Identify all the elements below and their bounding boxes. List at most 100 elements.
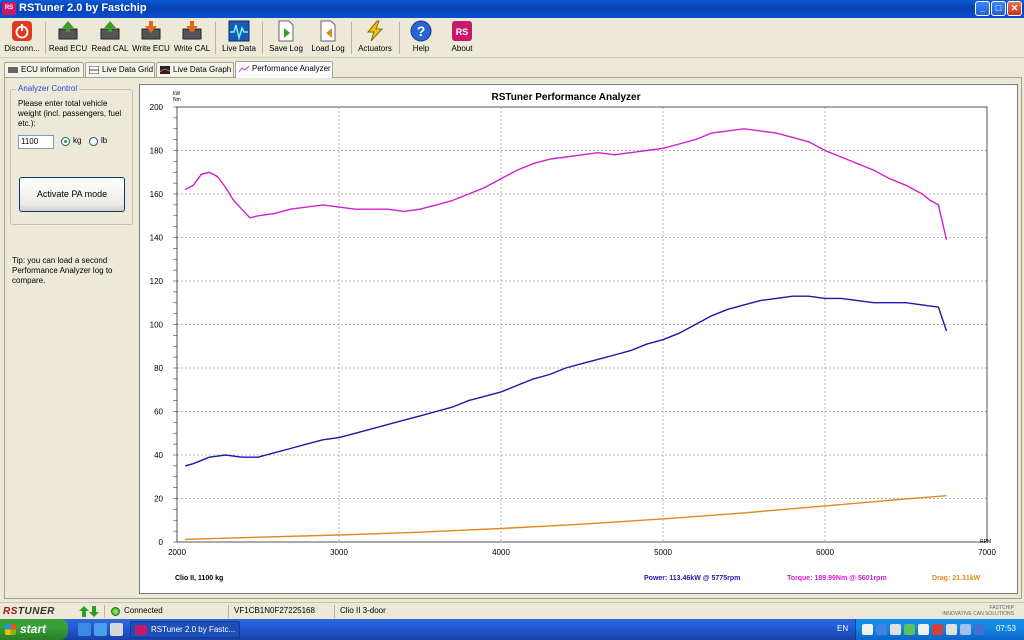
desktop-quicklaunch-icon[interactable] <box>94 623 107 636</box>
x-tick-label: 6000 <box>816 548 834 557</box>
chart-series <box>184 128 948 541</box>
y-tick-label: 160 <box>150 190 164 199</box>
disconnect-button[interactable]: Disconn... <box>2 20 42 56</box>
live-data-icon <box>228 20 250 42</box>
weight-input[interactable]: 1100 <box>18 135 54 149</box>
rstuner-task-icon <box>135 625 147 635</box>
write-ecu-button[interactable]: Write ECU <box>131 20 171 56</box>
footer-torque: Torque: 189.99Nm @ 5601rpm <box>787 575 887 582</box>
x-unit-label: RPM <box>980 539 991 545</box>
chart-svg: RSTuner Performance Analyzer 2000 3000 400… <box>150 91 997 582</box>
toolbar-label: Read CAL <box>91 44 129 53</box>
load-log-button[interactable]: Load Log <box>308 20 348 56</box>
read-ecu-icon <box>58 21 78 40</box>
x-tick-label: 4000 <box>492 548 510 557</box>
ecu-info-icon <box>8 67 18 73</box>
read-ecu-button[interactable]: Read ECU <box>48 20 88 56</box>
windows-logo-icon <box>5 624 16 635</box>
toolbar-label: Save Log <box>269 44 303 53</box>
tip-text: Tip: you can load a second Performance A… <box>12 256 113 285</box>
series-power-line <box>184 295 948 467</box>
connection-arrows-icon <box>79 606 99 617</box>
about-icon-text: RS <box>456 27 469 37</box>
tab-label: Performance Analyzer <box>252 64 331 73</box>
unit-lb-radio[interactable] <box>89 137 98 146</box>
about-button[interactable]: RS About <box>443 20 481 56</box>
performance-chart: RSTuner Performance Analyzer 2000 3000 400… <box>139 84 1018 594</box>
taskbar-rstuner-item[interactable]: RSTuner 2.0 by Fastc... <box>130 621 240 638</box>
tab-label: ECU information <box>21 65 80 74</box>
status-bar: RSTUNER Connected VF1CB1N0F27225168 Clio… <box>0 602 1024 619</box>
toolbar-label: Read ECU <box>48 44 88 53</box>
maximize-button[interactable]: □ <box>991 1 1006 16</box>
footer-power: Power: 113.46kW @ 5775rpm <box>644 575 740 582</box>
chart-axes: 2000 3000 4000 5000 6000 7000 0 20 40 60 80 100 120 1… <box>150 103 997 557</box>
load-log-icon <box>320 20 336 42</box>
write-ecu-icon <box>141 21 161 40</box>
tray-icon[interactable] <box>904 624 915 635</box>
tab-live-data-grid[interactable]: Live Data Grid <box>85 62 155 77</box>
tray-icon[interactable] <box>862 624 873 635</box>
chart-title: RSTuner Performance Analyzer <box>492 92 641 103</box>
tray-icon[interactable] <box>960 624 971 635</box>
tab-performance-analyzer[interactable]: Performance Analyzer <box>235 61 333 78</box>
tab-ecu-information[interactable]: ECU information <box>4 62 84 77</box>
system-tray: 07:53 <box>855 619 1024 640</box>
x-tick-label: 2000 <box>168 548 186 557</box>
series-drag-line <box>185 495 947 541</box>
ie-quicklaunch-icon[interactable] <box>78 623 91 636</box>
y-unit-label-nm: Nm <box>173 97 181 103</box>
tray-icon[interactable] <box>876 624 887 635</box>
analyzer-control-title: Analyzer Control <box>16 84 80 93</box>
x-tick-label: 3000 <box>330 548 348 557</box>
toolbar-label: Actuators <box>358 44 392 53</box>
minimize-button[interactable]: _ <box>975 1 990 16</box>
toolbar-separator <box>262 22 263 54</box>
x-tick-label: 7000 <box>978 548 996 557</box>
write-cal-icon <box>182 21 202 40</box>
actuators-button[interactable]: Actuators <box>355 20 395 56</box>
toolbar-label: Live Data <box>222 44 256 53</box>
activate-pa-button[interactable]: Activate PA mode <box>19 177 125 212</box>
connected-indicator-icon <box>111 607 120 616</box>
start-button[interactable]: start <box>0 619 68 640</box>
app-quicklaunch-icon[interactable] <box>110 623 123 636</box>
vin-number: VF1CB1N0F27225168 <box>234 606 315 615</box>
svg-text:?: ? <box>417 23 426 39</box>
analyzer-icon <box>239 65 249 73</box>
toolbar-label: Write ECU <box>132 44 170 53</box>
read-cal-button[interactable]: Read CAL <box>90 20 130 56</box>
help-button[interactable]: ? Help <box>402 20 440 56</box>
chart-grid <box>176 106 988 543</box>
language-indicator[interactable]: EN <box>837 624 848 633</box>
y-tick-label: 120 <box>150 277 164 286</box>
vehicle-model: Clio II 3-door <box>340 606 386 615</box>
connection-status: Connected <box>124 606 163 615</box>
tab-live-data-graph[interactable]: Live Data Graph <box>156 62 234 77</box>
graph-icon <box>160 66 170 74</box>
footer-vehicle: Clio II, 1100 kg <box>175 575 223 582</box>
toolbar-separator <box>351 22 352 54</box>
x-tick-label: 5000 <box>654 548 672 557</box>
grid-icon <box>89 66 99 74</box>
tray-icon[interactable] <box>932 624 943 635</box>
y-tick-label: 100 <box>150 321 164 330</box>
tray-icon[interactable] <box>974 624 985 635</box>
tray-icon[interactable] <box>946 624 957 635</box>
toolbar-label: About <box>451 44 473 53</box>
unit-kg-radio[interactable] <box>61 137 70 146</box>
rstuner-logo: RSTUNER <box>3 606 55 617</box>
y-tick-label: 80 <box>154 364 163 373</box>
save-log-icon <box>278 20 294 42</box>
toolbar-separator <box>45 22 46 54</box>
y-tick-label: 0 <box>159 538 164 547</box>
save-log-button[interactable]: Save Log <box>266 20 306 56</box>
live-data-button[interactable]: Live Data <box>219 20 259 56</box>
tray-icon[interactable] <box>918 624 929 635</box>
tray-icon[interactable] <box>890 624 901 635</box>
about-icon: RS <box>452 21 472 41</box>
y-tick-label: 180 <box>150 147 164 156</box>
write-cal-button[interactable]: Write CAL <box>172 20 212 56</box>
weight-instructions: Please enter total vehicle weight (incl.… <box>18 99 122 128</box>
close-button[interactable]: ✕ <box>1007 1 1022 16</box>
